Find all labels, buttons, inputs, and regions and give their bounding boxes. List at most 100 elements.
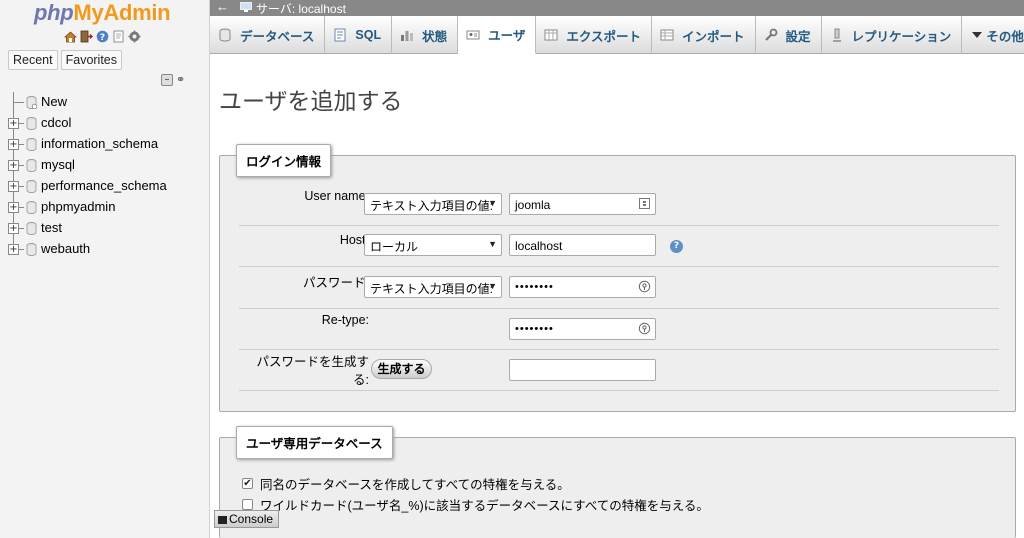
favorites-tab[interactable]: Favorites [60,50,123,70]
tree-item-cdcol[interactable]: + cdcol [8,113,208,134]
tab-databases[interactable]: データベース [210,16,326,54]
database-icon [26,117,37,130]
host-type-select[interactable]: ローカル ▼ [364,234,502,256]
docs-icon[interactable] [112,30,125,43]
wildcard-db-option[interactable]: ワイルドカード(ユーザ名_%)に該当するデータベースにすべての特権を与える。 [242,495,709,514]
nav-icon-bar: ? [64,30,141,43]
tree-label[interactable]: New [41,94,67,109]
phpmyadmin-logo[interactable]: phpMyAdmin [34,0,171,26]
password-row: パスワード: テキスト入力項目の値: ▼ •••••••• [239,267,999,309]
tree-item-performance-schema[interactable]: + performance_schema [8,176,208,197]
chevron-down-icon: ▼ [488,239,497,249]
tab-settings[interactable]: 設定 [756,16,822,54]
host-input[interactable]: localhost [509,234,656,256]
new-database-icon [26,96,38,110]
expand-icon[interactable]: + [8,181,19,192]
tree-item-test[interactable]: + test [8,218,208,239]
tree-label[interactable]: test [41,220,62,235]
key-icon [638,280,651,293]
expand-icon[interactable]: + [8,202,19,213]
tree-item-information-schema[interactable]: + information_schema [8,134,208,155]
chevron-down-icon: ▼ [488,198,497,208]
expand-icon[interactable]: + [8,160,19,171]
login-info-legend: ログイン情報 [236,144,332,177]
tab-sql[interactable]: SQL [325,16,393,54]
help-icon[interactable]: ? [96,30,109,43]
svg-text:?: ? [100,33,105,43]
tree-label[interactable]: phpmyadmin [41,199,115,214]
login-info-fieldset: ログイン情報 User name: テキスト入力項目の値: ▼ joomla H… [219,144,1016,412]
database-icon [26,201,37,214]
password-type-select[interactable]: テキスト入力項目の値: ▼ [364,276,502,298]
input-value: localhost [515,239,563,253]
password-input[interactable]: •••••••• [509,276,656,298]
nav-controls: – ⚭ [161,74,188,86]
tab-export[interactable]: エクスポート [536,16,653,54]
tab-replication[interactable]: レプリケーション [822,16,963,54]
recent-tab[interactable]: Recent [8,50,58,70]
tab-import[interactable]: インポート [652,16,756,54]
tab-label: 設定 [785,29,811,44]
collapse-all-icon[interactable]: – [161,74,173,86]
expand-icon[interactable]: + [8,223,19,234]
username-input[interactable]: joomla [509,193,656,215]
username-type-select[interactable]: テキスト入力項目の値: ▼ [364,193,502,215]
navigation-panel: phpMyAdmin ? Recent Favorites – ⚭ New + … [0,0,210,538]
retype-input[interactable]: •••••••• [509,318,656,340]
tree-label[interactable]: cdcol [41,115,71,130]
checkbox-unchecked[interactable] [242,499,253,510]
exit-icon[interactable] [80,30,93,43]
tab-label: データベース [240,29,315,44]
input-value: joomla [515,198,551,212]
tree-item-phpmyadmin[interactable]: + phpmyadmin [8,197,208,218]
back-arrow-icon[interactable]: ← [216,0,229,14]
checkbox-checked[interactable]: ✔ [242,478,253,489]
breadcrumb-bar: ← サーバ: localhost [210,0,1024,16]
generated-password-input[interactable] [509,359,656,381]
console-toggle[interactable]: Console [214,510,279,528]
tab-label: SQL [355,28,382,42]
expand-icon[interactable]: + [8,244,19,255]
user-database-fieldset: ユーザ専用データベース ✔ 同名のデータベースを作成してすべての特権を与える。 … [219,426,1016,538]
expand-icon[interactable]: + [8,139,19,150]
select-value: テキスト入力項目の値: [370,282,493,296]
contact-card-icon [638,197,651,210]
settings-icon[interactable] [128,30,141,43]
create-same-name-db-option[interactable]: ✔ 同名のデータベースを作成してすべての特権を与える。 [242,474,570,493]
tab-label: 状態 [422,29,448,44]
replication-icon [830,28,844,42]
tree-item-mysql[interactable]: + mysql [8,155,208,176]
help-icon[interactable]: ? [670,240,683,253]
tab-label: インポート [682,29,745,44]
tree-item-new[interactable]: New [8,92,208,113]
chevron-down-icon: ▼ [488,281,497,291]
link-icon[interactable]: ⚭ [176,74,188,86]
settings-wrench-icon [764,28,778,42]
retype-row: Re-type: •••••••• [239,309,999,350]
tree-label[interactable]: performance_schema [41,178,167,193]
tree-label[interactable]: information_schema [41,136,158,151]
server-icon [240,2,252,13]
breadcrumb-server[interactable]: サーバ: localhost [256,0,346,17]
generate-label-line2: る: [353,373,369,387]
home-icon[interactable] [64,30,77,43]
tab-users[interactable]: ユーザ [458,16,537,54]
expand-icon[interactable]: + [8,118,19,129]
tree-label[interactable]: mysql [41,157,75,172]
tab-status[interactable]: 状態 [392,16,459,54]
tree-label[interactable]: webauth [41,241,90,256]
generate-password-button[interactable]: 生成する [371,359,432,379]
sql-icon [333,28,347,42]
import-icon [660,28,674,42]
database-icon [218,28,232,42]
more-icon [970,28,983,42]
page-title: ユーザを追加する [219,89,403,115]
tab-label: その他 [986,29,1024,44]
users-icon [466,28,480,42]
database-tree: New + cdcol + information_schema + mysql… [8,92,208,260]
export-icon [544,28,558,42]
console-label: Console [229,512,274,526]
tree-item-webauth[interactable]: + webauth [8,239,208,260]
tab-more[interactable]: その他 [962,16,1024,54]
input-value: •••••••• [515,323,554,335]
